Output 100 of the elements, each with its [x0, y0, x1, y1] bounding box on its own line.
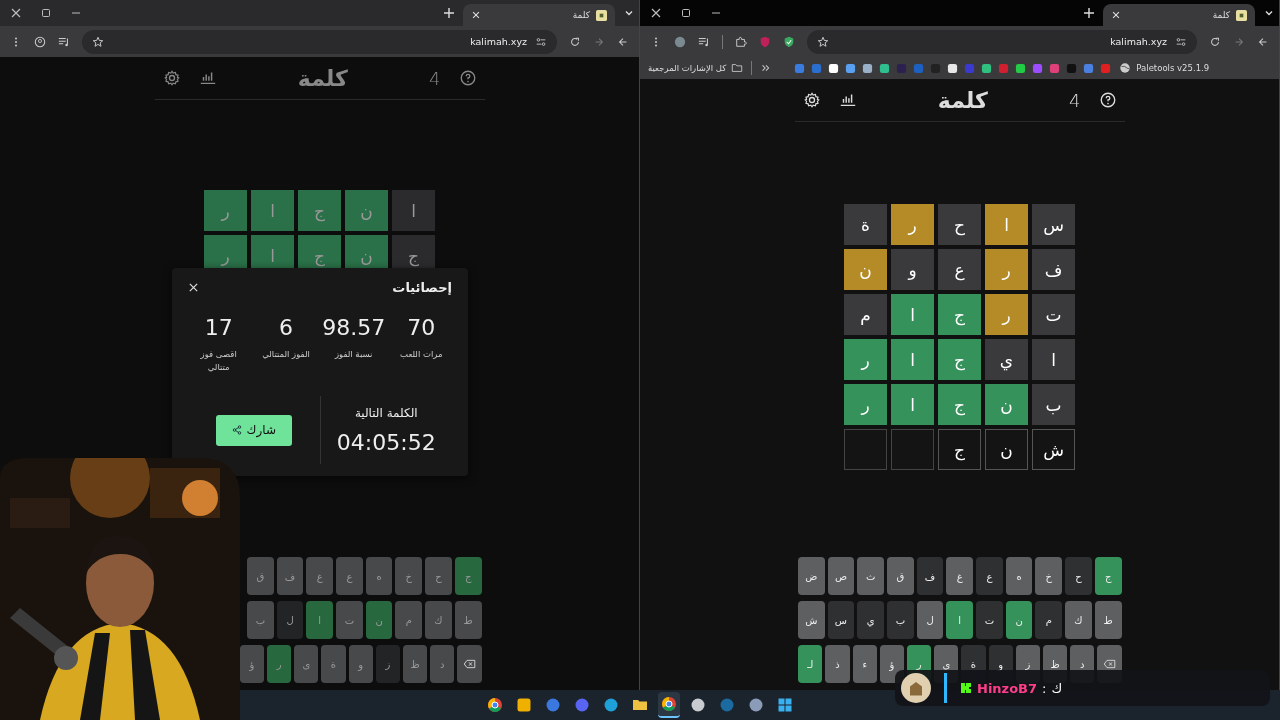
avatar-icon[interactable] [674, 35, 686, 48]
keyboard-key[interactable]: ت [976, 601, 1003, 639]
bookmark-icon[interactable] [947, 62, 959, 74]
tune-icon[interactable] [535, 35, 547, 48]
close-icon[interactable] [188, 282, 199, 293]
keyboard-key[interactable]: خ [395, 557, 423, 595]
keyboard-key[interactable]: س [827, 601, 855, 639]
star-icon[interactable] [92, 35, 104, 48]
letter-tile: ج [938, 294, 981, 335]
folder-icon [731, 62, 744, 74]
keyboard-key[interactable]: ه [1005, 557, 1033, 595]
keyboard-key[interactable]: ل [276, 601, 304, 639]
empty-tile [844, 429, 887, 470]
close-icon[interactable] [471, 10, 481, 20]
bookmark-icon[interactable] [981, 62, 993, 74]
reload-icon[interactable] [1209, 35, 1221, 48]
bookmark-icon[interactable] [1015, 62, 1027, 74]
reload-icon[interactable] [569, 35, 581, 48]
stat-value: 98.57 [322, 315, 386, 340]
app-icon[interactable] [545, 697, 561, 713]
keyboard-key[interactable]: خ [1035, 557, 1063, 595]
bookmark-folder[interactable]: كل الإشارات المرجعية [648, 62, 744, 74]
keyboard-key[interactable]: ف [916, 557, 944, 595]
keyboard-key[interactable]: ض [797, 557, 825, 595]
keyboard-key[interactable]: ك [1065, 601, 1092, 639]
keyboard-key[interactable]: ذ [825, 645, 850, 683]
bookmark-icon[interactable] [879, 62, 891, 74]
keyboard-key[interactable]: ح [425, 557, 452, 595]
new-tab-icon[interactable] [443, 7, 455, 19]
media-icon[interactable] [698, 35, 710, 48]
keyboard-key[interactable]: ة [321, 645, 346, 683]
keyboard-key[interactable]: ح [1065, 557, 1092, 595]
letter-tile: ر [891, 204, 934, 245]
stat-value: 70 [407, 315, 436, 340]
shield-icon[interactable] [783, 35, 795, 48]
address-bar[interactable]: kalimah.xyz [82, 29, 557, 54]
keyboard-key[interactable]: ك [425, 601, 452, 639]
backspace-key[interactable] [457, 645, 482, 683]
keyboard-key[interactable]: ق [887, 557, 914, 595]
keyboard-key[interactable]: ي [857, 601, 884, 639]
star-icon[interactable] [817, 35, 829, 48]
site-icon [596, 9, 607, 21]
keyboard-key[interactable]: ا [946, 601, 974, 639]
keyboard-key[interactable]: ع [976, 557, 1003, 595]
bookmark-icon[interactable] [828, 62, 840, 74]
stat-label: اقصى فوز متتالي [199, 348, 238, 374]
browser-tab[interactable]: كلمة [463, 4, 615, 26]
letter-tile: ا [985, 204, 1028, 245]
keyboard-key[interactable]: ت [336, 601, 363, 639]
maximize-icon[interactable] [40, 7, 52, 19]
close-icon[interactable] [10, 7, 22, 19]
bookmark-icon[interactable] [862, 62, 874, 74]
keyboard-key[interactable]: ق [247, 557, 274, 595]
bookmark-item[interactable]: Paletools v25.1.9 [1119, 62, 1210, 74]
keyboard-key[interactable]: ى [294, 645, 319, 683]
browser-tab[interactable]: كلمة [1103, 4, 1255, 26]
keyboard-key[interactable]: ل [916, 601, 944, 639]
app-icon[interactable] [516, 697, 532, 713]
keyboard-key[interactable]: ء [852, 645, 877, 683]
countdown: 04:05:52 [336, 429, 436, 455]
help-icon[interactable] [1098, 91, 1117, 109]
tune-icon[interactable] [1175, 35, 1187, 48]
keyboard-key[interactable]: ز [375, 645, 400, 683]
close-icon[interactable] [1111, 10, 1121, 20]
globe-icon [1119, 62, 1132, 74]
keyboard-key[interactable]: ص [827, 557, 855, 595]
keyboard-key[interactable]: ؤ [879, 645, 904, 683]
keyboard-key[interactable]: ف [276, 557, 304, 595]
keyboard-key[interactable]: ش [797, 601, 825, 639]
keyboard-key[interactable]: د [430, 645, 455, 683]
keyboard-key[interactable]: ه [365, 557, 393, 595]
forward-icon[interactable] [617, 35, 629, 48]
keyboard-key[interactable]: ط [454, 601, 482, 639]
keyboard-key[interactable]: ب [247, 601, 274, 639]
keyboard-key[interactable]: ب [887, 601, 914, 639]
enter-key[interactable]: لـ [798, 645, 823, 683]
keyboard-key[interactable]: ع [336, 557, 363, 595]
share-button[interactable]: شارك [215, 414, 292, 446]
maximize-icon[interactable] [680, 7, 692, 19]
profile-icon[interactable] [34, 35, 46, 48]
media-icon[interactable] [58, 35, 70, 48]
keyboard-key[interactable]: ظ [402, 645, 428, 683]
close-icon[interactable] [650, 7, 662, 19]
keyboard-key[interactable]: م [395, 601, 423, 639]
keyboard-key[interactable]: و [348, 645, 373, 683]
keyboard-key[interactable]: ؤ [239, 645, 264, 683]
folder-icon[interactable] [632, 697, 648, 713]
address-bar[interactable]: kalimah.xyz [807, 29, 1197, 54]
forward-icon[interactable] [1257, 35, 1269, 48]
keyboard-key[interactable]: ث [857, 557, 884, 595]
taskbar-button[interactable] [658, 692, 680, 718]
windows-start-icon[interactable] [777, 697, 793, 713]
puzzle-icon[interactable] [735, 35, 747, 48]
keyboard-key[interactable]: ج [1094, 557, 1122, 595]
keyboard-key[interactable]: ن [1005, 601, 1033, 639]
keyboard-key[interactable]: غ [306, 557, 334, 595]
keyboard-key[interactable]: ط [1094, 601, 1122, 639]
keyboard-key[interactable]: م [1035, 601, 1063, 639]
new-tab-icon[interactable] [1083, 7, 1095, 19]
keyboard-key[interactable]: غ [946, 557, 974, 595]
